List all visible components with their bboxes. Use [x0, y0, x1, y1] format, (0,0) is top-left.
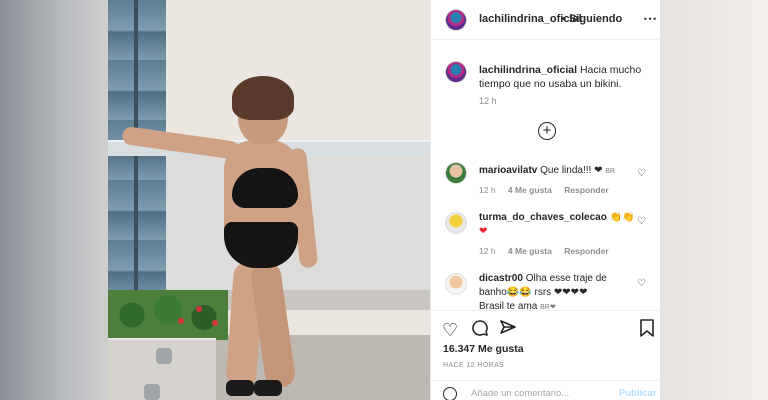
photo-faucet [144, 384, 160, 400]
comment-meta: 12 h 4 Me gusta Responder [479, 185, 619, 195]
comment-like-icon[interactable]: ♡ [637, 216, 646, 227]
comment-text: Olha esse traje de [525, 273, 607, 284]
likes-count[interactable]: 16.347 Me gusta [443, 343, 524, 355]
publish-button[interactable]: Publicar [619, 388, 657, 399]
photo-flower [178, 318, 184, 324]
emoji-icon[interactable] [443, 387, 457, 400]
header-separator: • [562, 13, 566, 25]
photo-flower [196, 306, 202, 312]
comment-reply-button[interactable]: Responder [564, 246, 608, 256]
comment-time[interactable]: 12 h [479, 185, 496, 195]
comment-likes[interactable]: 4 Me gusta [508, 185, 552, 195]
comment-input[interactable]: Añade un comentario... [471, 388, 569, 399]
load-more-comments-icon[interactable]: + [538, 122, 556, 140]
blurred-background-right [660, 0, 768, 400]
commenter-avatar[interactable] [445, 212, 467, 234]
comment-text: 👏👏 [609, 212, 635, 223]
caption-username[interactable]: lachilindrina_oficial [479, 64, 577, 76]
caption: lachilindrina_oficial Hacia mucho tiempo… [479, 63, 649, 91]
post-time-ago[interactable]: HACE 12 HORAS [443, 362, 504, 369]
commenter-avatar[interactable] [445, 273, 467, 295]
comment-input-bar: Añade un comentario... Publicar [431, 380, 661, 400]
comment-text-line2: ❤ [479, 226, 488, 237]
post-side-panel: lachilindrina_oficial • Siguiendo ⋯ lach… [430, 0, 661, 400]
figure-shoe-right [254, 380, 282, 396]
comment-like-icon[interactable]: ♡ [637, 168, 646, 179]
photo-plants [108, 290, 228, 340]
photo-flower [212, 320, 218, 326]
comment-body: marioavilatv Que linda!!! ❤ BR [479, 164, 615, 179]
comment-reply-button[interactable]: Responder [564, 185, 608, 195]
share-icon[interactable] [499, 319, 517, 342]
comment-like-icon[interactable]: ♡ [637, 278, 646, 289]
bookmark-icon[interactable] [639, 319, 655, 342]
post-photo[interactable] [108, 0, 430, 400]
comment-meta: 12 h 4 Me gusta Responder [479, 246, 619, 256]
comment-username[interactable]: dicastr00 [479, 273, 523, 284]
comment-body: turma_do_chaves_colecao 👏👏 ❤ [479, 211, 649, 239]
comment-username[interactable]: turma_do_chaves_colecao [479, 212, 607, 223]
figure-shoe-left [226, 380, 254, 396]
photo-faucet [156, 348, 172, 364]
caption-avatar[interactable] [445, 61, 467, 83]
post-header: lachilindrina_oficial • Siguiendo ⋯ [431, 0, 661, 40]
commenter-avatar[interactable] [445, 162, 467, 184]
comment-time[interactable]: 12 h [479, 246, 496, 256]
author-username[interactable]: lachilindrina_oficial [479, 13, 582, 25]
figure-hair [232, 76, 294, 120]
comment-flag: BR [605, 168, 615, 175]
blurred-background-left [0, 0, 108, 400]
comment-text-line2: banho😂😂 rsrs ❤❤❤❤ [479, 287, 588, 298]
comment-icon[interactable] [471, 319, 489, 342]
comment-body: dicastr00 Olha esse traje de banho😂😂 rsr… [479, 272, 647, 315]
more-horizontal-icon[interactable]: ⋯ [643, 10, 658, 27]
heart-icon[interactable]: ♡ [442, 320, 458, 341]
comment-text: Que linda!!! ❤ [540, 165, 603, 176]
author-avatar[interactable] [445, 9, 467, 31]
comment-username[interactable]: marioavilatv [479, 165, 537, 176]
comment-likes[interactable]: 4 Me gusta [508, 246, 552, 256]
caption-time[interactable]: 12 h [479, 96, 497, 106]
following-button[interactable]: Siguiendo [569, 13, 622, 25]
figure-bikini-top [232, 168, 298, 208]
